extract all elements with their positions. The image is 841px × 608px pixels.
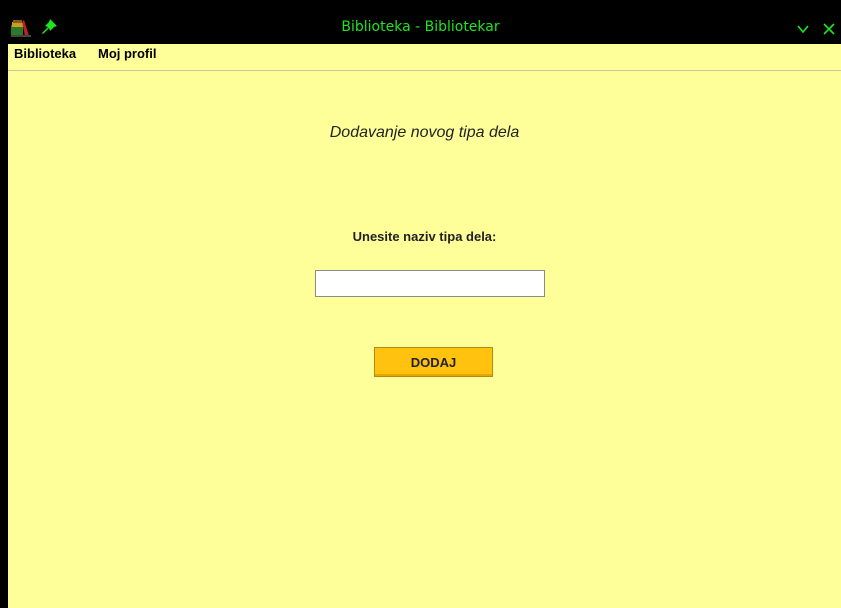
client-area: Biblioteka Moj profil Dodavanje novog ti… (8, 44, 841, 608)
window-title: Biblioteka - Bibliotekar (341, 19, 500, 35)
menu-biblioteka[interactable]: Biblioteka (14, 46, 76, 61)
page-title: Dodavanje novog tipa dela (329, 124, 520, 141)
add-button[interactable]: DODAJ (374, 347, 493, 377)
menu-moj-profil[interactable]: Moj profil (98, 46, 157, 61)
title-bar[interactable]: Biblioteka - Bibliotekar (0, 10, 841, 46)
close-icon[interactable] (822, 22, 836, 36)
minimize-chevron-icon[interactable] (796, 22, 810, 36)
type-name-label: Unesite naziv tipa dela: (352, 229, 497, 244)
type-name-input[interactable] (315, 270, 545, 297)
app-window: Biblioteka - Bibliotekar Biblioteka Moj … (0, 0, 841, 608)
menu-bar: Biblioteka Moj profil (8, 44, 841, 71)
